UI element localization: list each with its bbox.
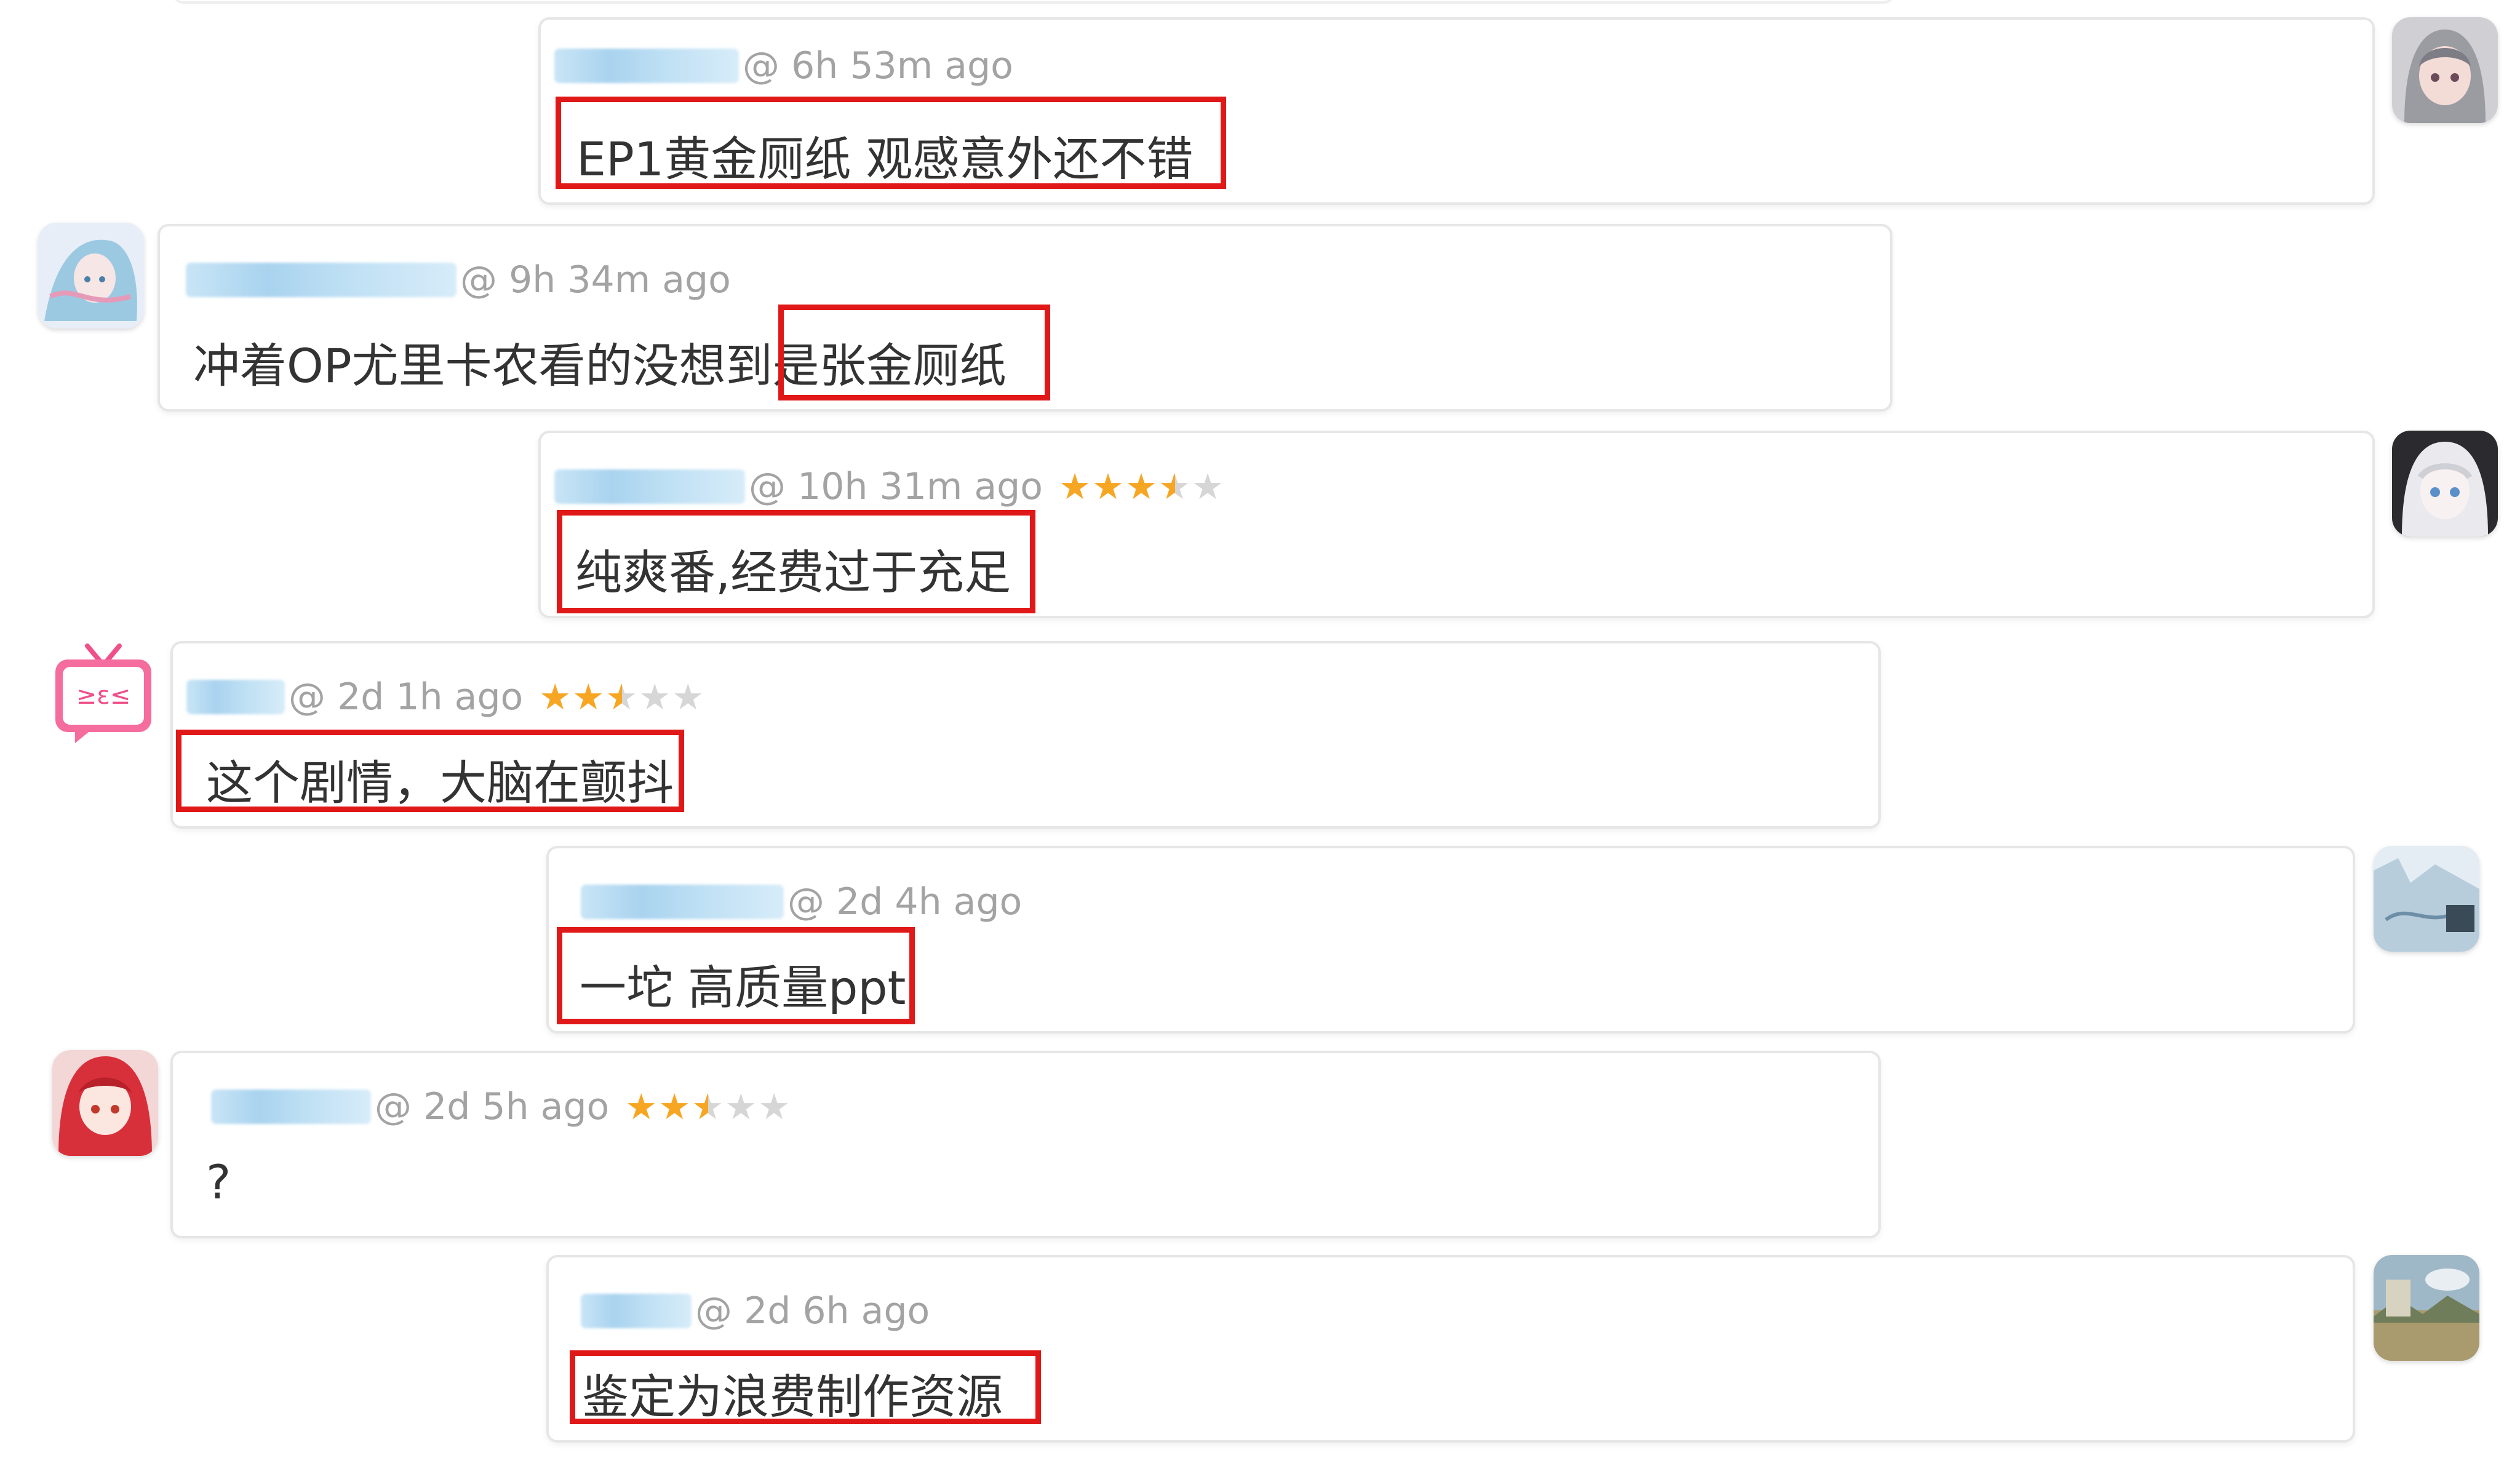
comment-bubble: @ 6h 53m ago EP1黄金厕纸 观感意外还不错 (538, 17, 2375, 205)
anime-miku-avatar-icon[interactable] (38, 223, 144, 329)
star-rating: ★ ★ ★ ★ ★ (1059, 466, 1225, 508)
star-icon: ★ (625, 1086, 659, 1128)
comment-meta: @ 2d 5h ago ★ ★ ★ ★ ★ (211, 1085, 791, 1128)
partial-bubble-top (172, 0, 1895, 4)
comment-meta: @ 2d 4h ago (581, 880, 1022, 923)
highlight-box (557, 927, 915, 1024)
comment-time: @ 6h 53m ago (743, 44, 1013, 87)
username-blurred[interactable] (186, 680, 285, 714)
star-empty-icon: ★ (758, 1086, 792, 1128)
comment-time: @ 9h 34m ago (460, 258, 731, 301)
comment-time: @ 2d 4h ago (788, 880, 1023, 923)
star-icon: ★ (1058, 466, 1092, 508)
username-blurred[interactable] (554, 469, 745, 504)
highlight-box (176, 730, 684, 812)
star-empty-icon: ★ (639, 676, 672, 718)
username-blurred[interactable] (581, 1294, 692, 1328)
comment-time: @ 10h 31m ago (749, 465, 1043, 508)
star-icon: ★ (658, 1086, 692, 1128)
comment-meta: @ 9h 34m ago (186, 258, 731, 301)
pink-tv-face-avatar-icon[interactable]: ≥ε≤ (50, 640, 156, 746)
red-hair-girl-avatar-icon[interactable] (52, 1050, 158, 1156)
username-blurred[interactable] (211, 1090, 371, 1124)
username-blurred[interactable] (554, 49, 739, 83)
anime-white-hair-avatar-icon[interactable] (2392, 431, 2498, 536)
star-half-icon: ★ (605, 676, 639, 718)
username-blurred[interactable] (581, 885, 784, 919)
star-icon: ★ (539, 676, 573, 718)
anime-girl-gray-hair-avatar-icon[interactable] (2392, 17, 2498, 123)
highlight-box (778, 305, 1050, 400)
comment-bubble: @ 9h 34m ago 冲着OP尤里卡农看的没想到是张金厕纸 (158, 224, 1892, 412)
comment-bubble: @ 2d 4h ago 一坨 高质量ppt (546, 846, 2355, 1034)
comment-bubble: @ 2d 6h ago 鉴定为浪费制作资源 (546, 1255, 2355, 1443)
star-rating: ★ ★ ★ ★ ★ (625, 1086, 791, 1128)
highlight-box (557, 510, 1035, 613)
comment-meta: @ 6h 53m ago (554, 44, 1013, 87)
comment-meta: @ 10h 31m ago ★ ★ ★ ★ ★ (554, 465, 1225, 508)
star-icon: ★ (1125, 466, 1158, 508)
landscape-painting-avatar-icon[interactable] (2374, 1255, 2479, 1361)
comment-bubble: @ 2d 5h ago ★ ★ ★ ★ ★ ? (170, 1051, 1881, 1238)
comment-bubble: @ 10h 31m ago ★ ★ ★ ★ ★ 纯爽番,经费过于充足 (538, 431, 2375, 618)
comment-bubble: @ 2d 1h ago ★ ★ ★ ★ ★ 这个剧情，大脑在颤抖 (170, 641, 1881, 829)
star-empty-icon: ★ (672, 676, 706, 718)
star-empty-icon: ★ (1191, 466, 1225, 508)
star-empty-icon: ★ (725, 1086, 759, 1128)
comment-text: ? (206, 1155, 231, 1209)
comment-time: @ 2d 6h ago (695, 1289, 930, 1333)
comment-meta: @ 2d 6h ago (581, 1289, 930, 1333)
star-half-icon: ★ (692, 1086, 725, 1128)
star-half-icon: ★ (1158, 466, 1192, 508)
avatar-face-text: ≥ε≤ (76, 682, 131, 710)
highlight-box (570, 1350, 1041, 1424)
comment-meta: @ 2d 1h ago ★ ★ ★ ★ ★ (186, 675, 705, 719)
star-rating: ★ ★ ★ ★ ★ (539, 676, 705, 718)
star-icon: ★ (572, 676, 606, 718)
highlight-box (556, 97, 1226, 189)
star-icon: ★ (1091, 466, 1125, 508)
username-blurred[interactable] (186, 263, 457, 297)
sketch-poster-avatar-icon[interactable] (2374, 846, 2479, 952)
comment-time: @ 2d 5h ago (375, 1085, 610, 1128)
comment-time: @ 2d 1h ago (289, 675, 524, 719)
comment-text-before: 冲着OP尤里卡农看的没想到 (193, 338, 773, 393)
